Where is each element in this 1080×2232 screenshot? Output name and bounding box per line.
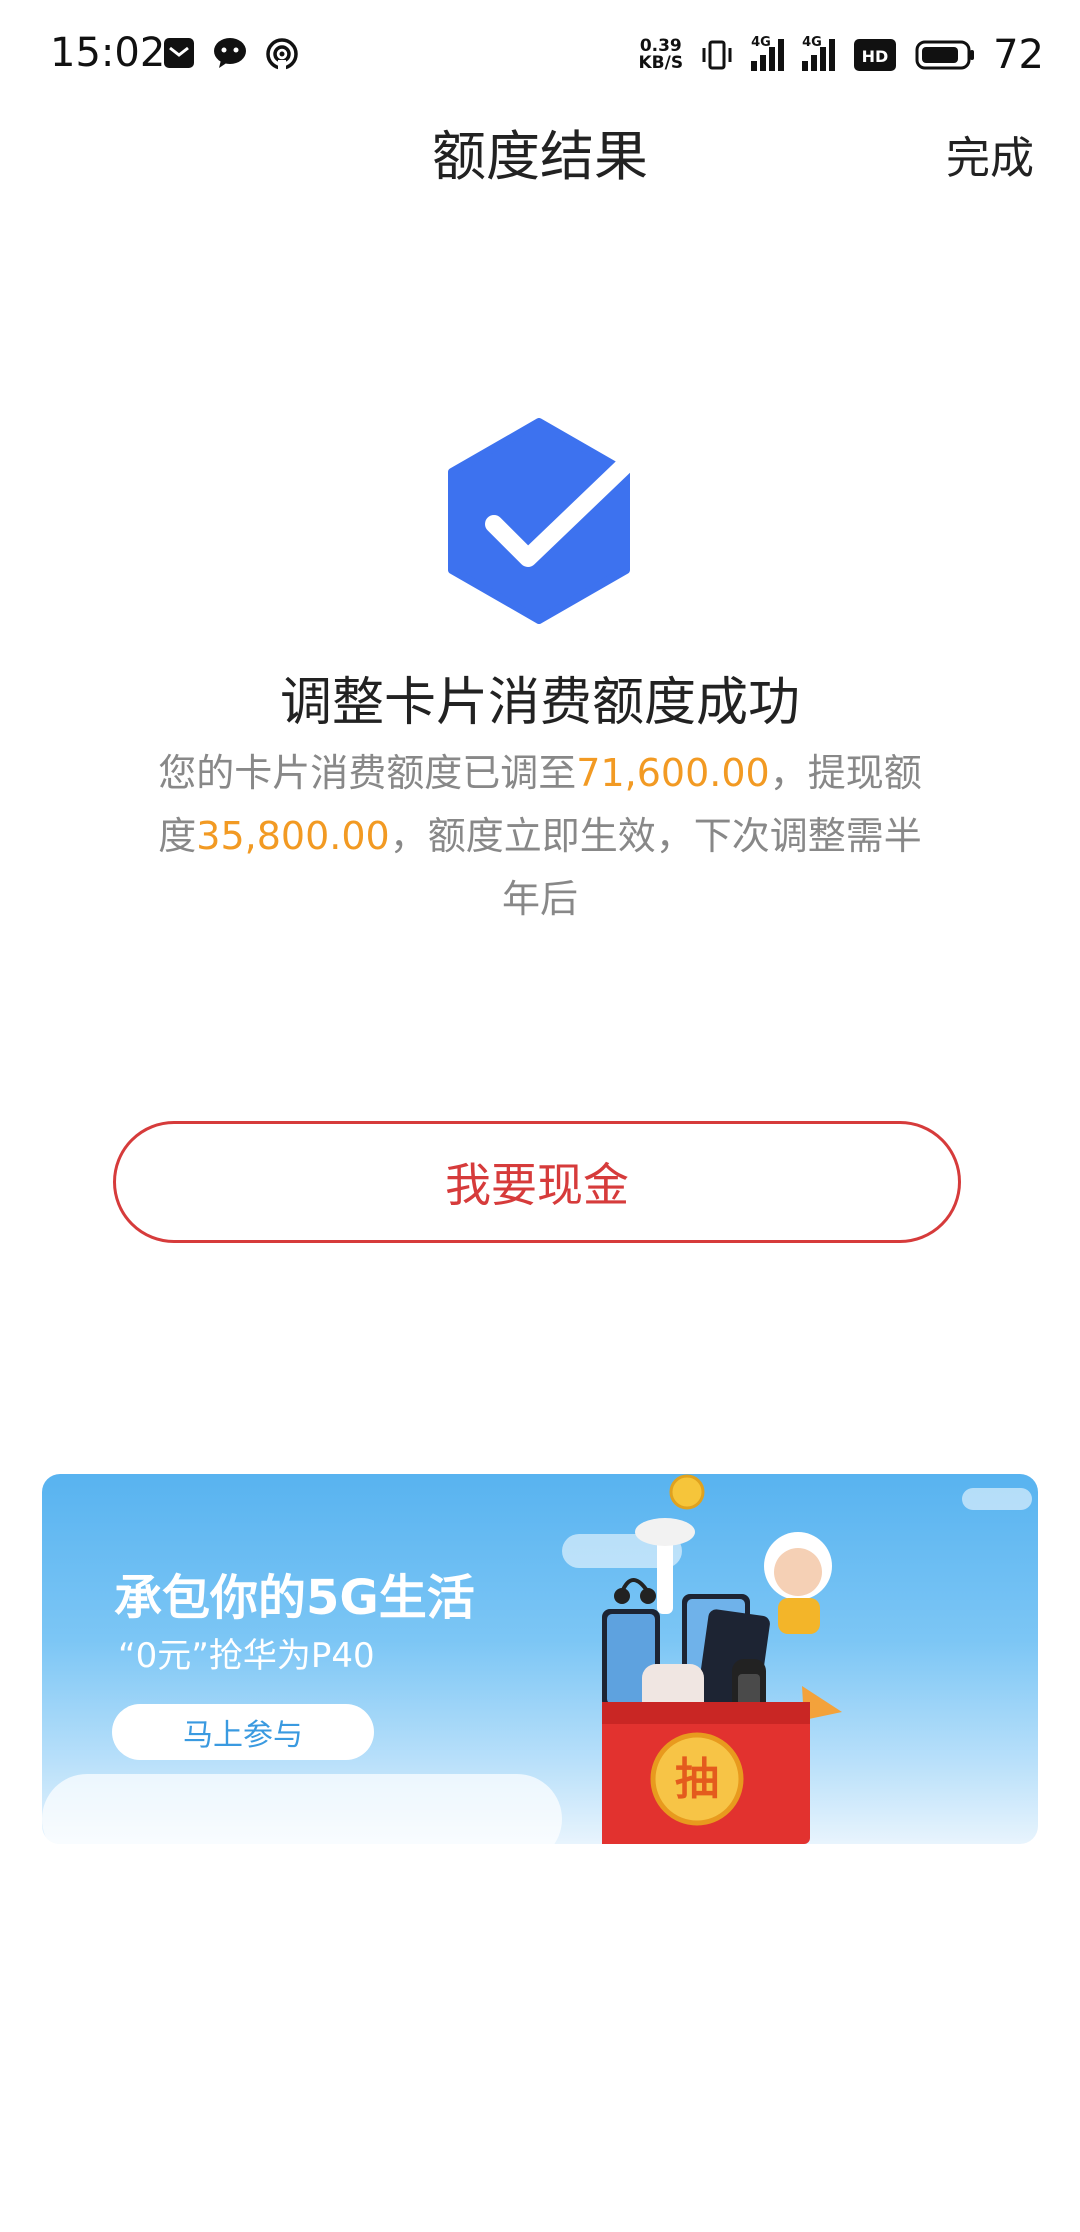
join-now-button[interactable]: 马上参与 [112,1704,374,1760]
battery-icon [915,40,975,70]
desc-text: ，额度立即生效，下次调整需半年后 [389,814,922,921]
net-speed: 0.39 KB/S [639,38,684,72]
vibrate-icon [702,40,732,70]
cash-limit-value: 35,800.00 [196,814,390,858]
net-speed-unit: KB/S [638,53,684,73]
chat-bubble-icon [214,38,246,68]
promo-banner[interactable]: 承包你的5G生活 “0元”抢华为P40 马上参与 抽 [42,1474,1038,1844]
svg-text:HD: HD [862,47,889,66]
cloud-decoration [42,1774,562,1844]
success-check-icon [448,418,632,624]
done-button[interactable]: 完成 [946,122,1034,186]
result-title: 调整卡片消费额度成功 [279,673,800,733]
result-description: 您的卡片消费额度已调至71,600.00，提现额度35,800.00，额度立即生… [150,742,930,931]
signal-label: 4G [802,35,822,50]
prize-box-illustration: 抽 [602,1474,842,1844]
status-time: 15:02 [50,30,166,76]
get-cash-button[interactable]: 我要现金 [113,1121,961,1243]
signal-label: 4G [751,35,771,50]
signal-icon: 4G [802,35,836,71]
consume-limit-value: 71,600.00 [576,751,770,795]
page-title: 额度结果 [432,125,648,188]
banner-subtitle: “0元”抢华为P40 [118,1636,375,1676]
mail-icon [164,38,194,68]
battery-level: 72 [993,32,1044,78]
status-bar: 15:02 0.39 KB/S 4G 4G HD 72 [0,0,1080,110]
hd-icon: HD [854,39,897,71]
desc-text: 您的卡片消费额度已调至 [158,751,577,795]
hotspot-icon [266,38,298,72]
banner-title: 承包你的5G生活 [114,1570,475,1626]
svg-text:抽: 抽 [675,1754,719,1805]
status-right-cluster: 0.39 KB/S 4G 4G HD 72 [639,28,1045,82]
signal-icon: 4G [751,35,785,71]
